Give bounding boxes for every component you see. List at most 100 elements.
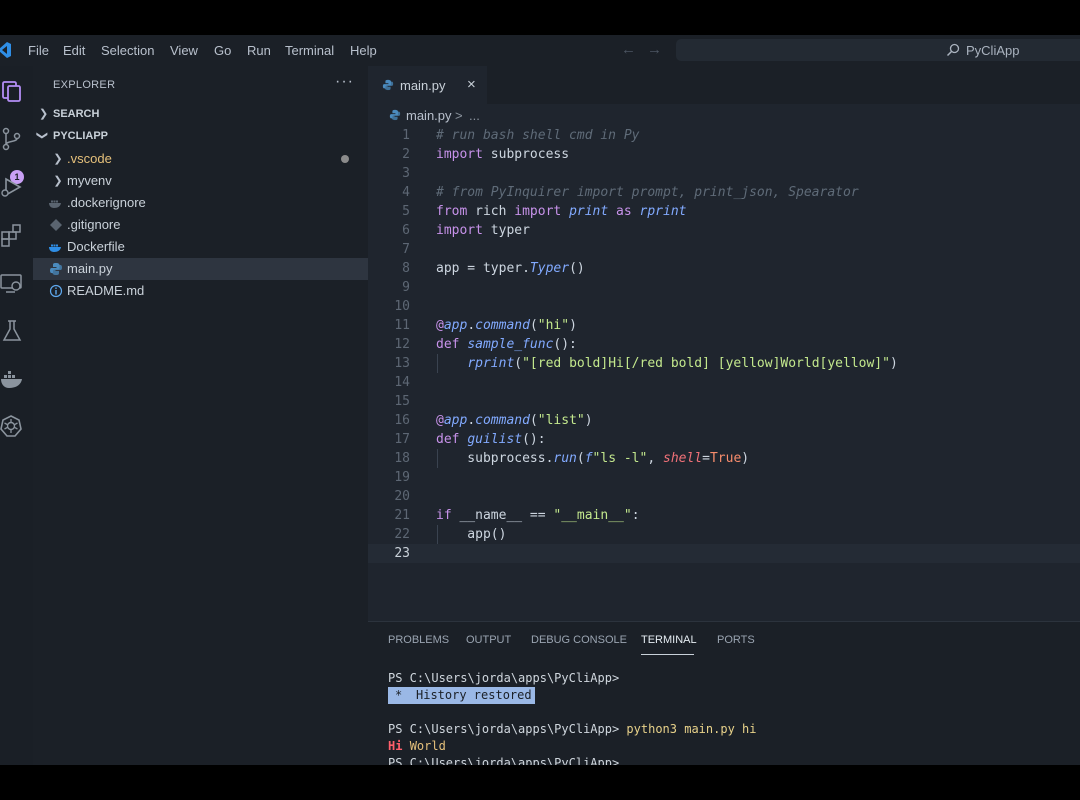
- history-restored-banner: * History restored: [388, 687, 535, 704]
- tree-item-dockerignore[interactable]: .dockerignore: [33, 192, 368, 214]
- search-section-header[interactable]: ❯ SEARCH: [33, 104, 368, 126]
- modified-indicator: [341, 155, 349, 163]
- code-text: @app.command("list"): [436, 411, 593, 430]
- line-number: 22: [394, 527, 410, 542]
- code-token: print: [569, 204, 609, 219]
- code-line[interactable]: 14: [368, 373, 1080, 392]
- menu-terminal[interactable]: Terminal: [285, 43, 334, 58]
- menu-help[interactable]: Help: [350, 43, 377, 58]
- line-number: 18: [394, 451, 410, 466]
- code-text: app = typer.Typer(): [436, 259, 585, 278]
- code-line[interactable]: 8 app = typer.Typer(): [368, 259, 1080, 278]
- code-line[interactable]: 23: [368, 544, 1080, 563]
- tree-item-vscode[interactable]: ❯ .vscode: [33, 148, 368, 170]
- docker-icon[interactable]: [0, 366, 26, 392]
- code-line[interactable]: 6 import typer: [368, 221, 1080, 240]
- remote-explorer-icon[interactable]: [0, 270, 26, 296]
- code-token: ): [584, 413, 593, 428]
- code-token: def: [436, 432, 460, 447]
- tab-label: main.py: [400, 78, 446, 93]
- panel-tab-debug-console[interactable]: DEBUG CONSOLE: [531, 634, 627, 646]
- panel-tab-terminal[interactable]: TERMINAL: [641, 634, 697, 646]
- code-line[interactable]: 12 def sample_func():: [368, 335, 1080, 354]
- chevron-right-icon: ❯: [39, 108, 49, 120]
- code-line[interactable]: 3: [368, 164, 1080, 183]
- python-file-icon: [389, 109, 401, 121]
- command-center-search[interactable]: PyCliApp: [676, 39, 1080, 61]
- code-line[interactable]: 1 # run bash shell cmd in Py: [368, 126, 1080, 145]
- line-number: 20: [394, 489, 410, 504]
- menu-selection[interactable]: Selection: [101, 43, 154, 58]
- menu-run[interactable]: Run: [247, 43, 271, 58]
- panel-tab-output[interactable]: OUTPUT: [466, 634, 511, 646]
- code-token: app: [443, 318, 468, 333]
- code-line[interactable]: 2 import subprocess: [368, 145, 1080, 164]
- line-number: 3: [402, 166, 410, 181]
- menu-edit[interactable]: Edit: [63, 43, 85, 58]
- line-number: 1: [402, 128, 410, 143]
- code-token: ): [889, 356, 898, 371]
- project-section-header[interactable]: ❯ PYCLIAPP: [33, 126, 368, 148]
- code-line[interactable]: 17 def guilist():: [368, 430, 1080, 449]
- code-token: ): [569, 318, 577, 333]
- explorer-icon[interactable]: [0, 78, 26, 104]
- code-line[interactable]: 7: [368, 240, 1080, 259]
- kubernetes-icon[interactable]: [0, 414, 26, 440]
- tree-item-main-py[interactable]: main.py: [33, 258, 368, 280]
- code-line[interactable]: 5 from rich import print as rprint: [368, 202, 1080, 221]
- tree-item-dockerfile[interactable]: Dockerfile: [33, 236, 368, 258]
- code-line[interactable]: 18 subprocess.run(f"ls -l", shell=True): [368, 449, 1080, 468]
- breadcrumb-symbols[interactable]: ...: [469, 108, 480, 123]
- code-line[interactable]: 9: [368, 278, 1080, 297]
- code-token: "__main__": [553, 508, 632, 523]
- extensions-icon[interactable]: [0, 222, 26, 248]
- code-line[interactable]: 10: [368, 297, 1080, 316]
- close-icon[interactable]: ×: [467, 76, 476, 93]
- code-token: "hi": [537, 318, 570, 333]
- source-control-icon[interactable]: [0, 126, 26, 152]
- testing-icon[interactable]: [0, 318, 26, 344]
- code-line[interactable]: 4 # from PyInquirer import prompt, print_…: [368, 183, 1080, 202]
- code-token: ():: [553, 337, 577, 352]
- line-number: 12: [394, 337, 410, 352]
- code-line[interactable]: 16 @app.command("list"): [368, 411, 1080, 430]
- code-line[interactable]: 11 @app.command("hi"): [368, 316, 1080, 335]
- menu-view[interactable]: View: [170, 43, 198, 58]
- code-token: from: [436, 204, 468, 219]
- code-line[interactable]: 13 rprint("[red bold]Hi[/red bold] [yell…: [368, 354, 1080, 373]
- back-arrow-icon[interactable]: ←: [621, 41, 636, 58]
- project-section-label: PYCLIAPP: [53, 130, 109, 142]
- letterbox-bottom: [0, 765, 1080, 800]
- tree-item-label: .gitignore: [67, 217, 121, 232]
- code-token: ): [741, 451, 750, 466]
- code-text: app(): [436, 525, 506, 544]
- code-line[interactable]: 21 if __name__ == "__main__":: [368, 506, 1080, 525]
- panel-tab-problems[interactable]: PROBLEMS: [388, 634, 449, 646]
- menu-go[interactable]: Go: [214, 43, 231, 58]
- tree-item-myvenv[interactable]: ❯ myvenv: [33, 170, 368, 192]
- output-world: World: [409, 739, 446, 753]
- breadcrumb-file[interactable]: main.py: [406, 108, 452, 123]
- letterbox-top: [0, 0, 1080, 35]
- active-tab-indicator: [641, 654, 694, 655]
- terminal-prompt[interactable]: PS C:\Users\jorda\apps\PyCliApp>: [388, 755, 619, 765]
- line-number: 21: [394, 508, 410, 523]
- forward-arrow-icon[interactable]: →: [647, 41, 662, 58]
- code-line[interactable]: 20: [368, 487, 1080, 506]
- tab-main-py[interactable]: main.py ×: [368, 66, 487, 104]
- code-line[interactable]: 19: [368, 468, 1080, 487]
- panel-tab-ports[interactable]: PORTS: [717, 634, 755, 646]
- more-actions-icon[interactable]: ···: [335, 73, 354, 91]
- python-file-icon: [50, 263, 62, 275]
- tree-item-gitignore[interactable]: .gitignore: [33, 214, 368, 236]
- tree-item-readme[interactable]: README.md: [33, 280, 368, 302]
- code-line[interactable]: 15: [368, 392, 1080, 411]
- vscode-logo-icon[interactable]: [0, 41, 12, 59]
- code-line[interactable]: 22 app(): [368, 525, 1080, 544]
- code-token: run: [553, 451, 577, 466]
- line-number: 15: [394, 394, 410, 409]
- tree-item-label: README.md: [67, 283, 145, 298]
- menu-file[interactable]: File: [28, 43, 49, 58]
- run-debug-icon[interactable]: [0, 174, 26, 200]
